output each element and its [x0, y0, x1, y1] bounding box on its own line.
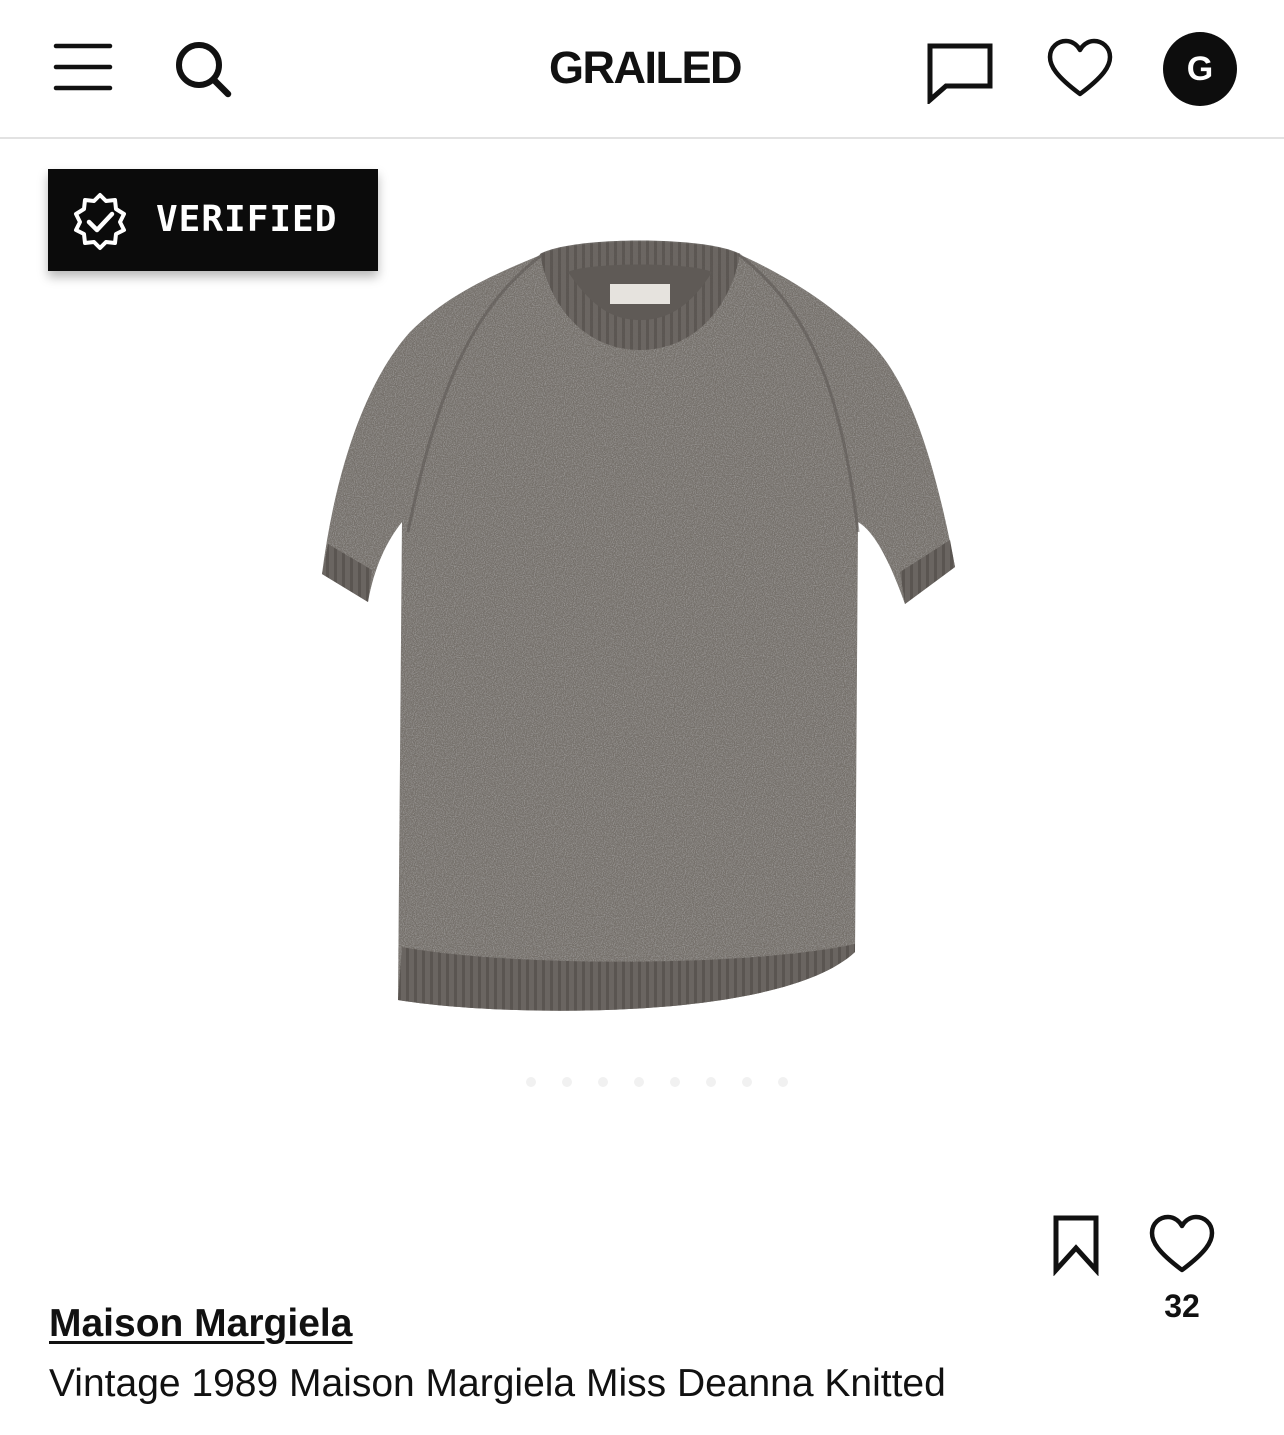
favorites-button[interactable] — [1046, 38, 1114, 100]
search-icon — [176, 42, 232, 98]
message-icon — [927, 43, 993, 106]
grailed-logo[interactable]: GRAILED — [500, 38, 790, 98]
hamburger-menu-icon — [53, 43, 113, 91]
product-image[interactable] — [310, 232, 970, 1022]
like-count: 32 — [1164, 1288, 1200, 1324]
top-navigation-bar: GRAILED G — [0, 0, 1284, 139]
brand-link[interactable]: Maison Margiela — [49, 1302, 352, 1346]
messages-button[interactable] — [924, 38, 996, 106]
listing-page: GRAILED G VERIFIED 32 Maison Margiela Vi… — [0, 0, 1284, 1435]
heart-icon — [1047, 38, 1113, 97]
image-carousel-dots[interactable] — [520, 1074, 800, 1090]
bookmark-icon — [1053, 1215, 1099, 1277]
carousel-dot[interactable] — [562, 1077, 572, 1087]
like-listing-button[interactable] — [1148, 1214, 1216, 1276]
search-button[interactable] — [170, 36, 234, 100]
carousel-dot[interactable] — [670, 1077, 680, 1087]
heart-icon — [1149, 1214, 1215, 1273]
carousel-dot[interactable] — [634, 1077, 644, 1087]
carousel-dot[interactable] — [598, 1077, 608, 1087]
carousel-dot[interactable] — [778, 1077, 788, 1087]
listing-title: Vintage 1989 Maison Margiela Miss Deanna… — [49, 1362, 946, 1405]
carousel-dot[interactable] — [706, 1077, 716, 1087]
menu-button[interactable] — [52, 40, 114, 94]
carousel-dot[interactable] — [742, 1077, 752, 1087]
save-listing-button[interactable] — [1046, 1212, 1106, 1277]
user-avatar[interactable]: G — [1163, 32, 1237, 106]
verified-check-icon — [74, 193, 126, 250]
carousel-dot[interactable] — [526, 1077, 536, 1087]
